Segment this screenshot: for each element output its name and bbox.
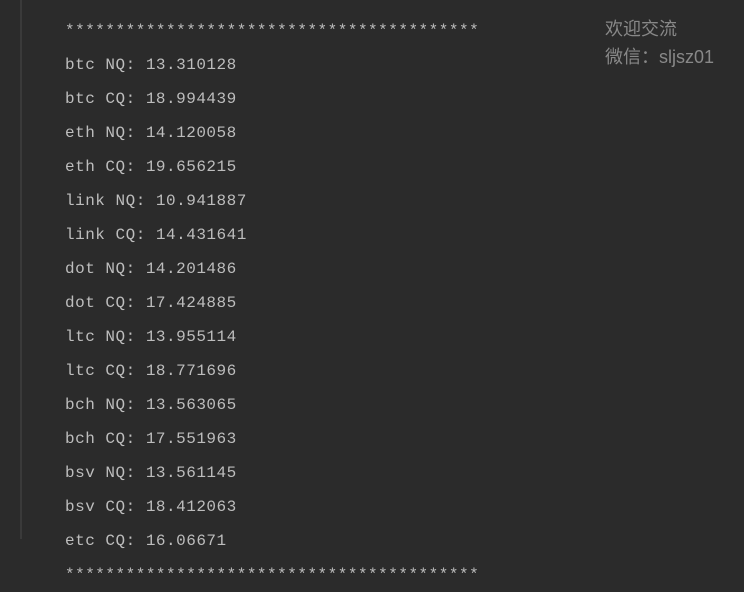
editor-gutter-line xyxy=(20,0,22,539)
watermark: 欢迎交流 微信：sljsz01 xyxy=(605,15,714,71)
data-line: bch NQ: 13.563065 xyxy=(65,388,744,422)
separator-line: ****************************************… xyxy=(65,558,744,592)
watermark-contact: 微信：sljsz01 xyxy=(605,43,714,71)
data-line: bch CQ: 17.551963 xyxy=(65,422,744,456)
data-line: bsv CQ: 18.412063 xyxy=(65,490,744,524)
data-line: eth CQ: 19.656215 xyxy=(65,150,744,184)
data-line: btc CQ: 18.994439 xyxy=(65,82,744,116)
data-lines-container: btc NQ: 13.310128btc CQ: 18.994439eth NQ… xyxy=(65,48,744,558)
data-line: ltc NQ: 13.955114 xyxy=(65,320,744,354)
watermark-greeting: 欢迎交流 xyxy=(605,15,714,43)
data-line: eth NQ: 14.120058 xyxy=(65,116,744,150)
data-line: bsv NQ: 13.561145 xyxy=(65,456,744,490)
data-line: dot CQ: 17.424885 xyxy=(65,286,744,320)
data-line: ltc CQ: 18.771696 xyxy=(65,354,744,388)
data-line: link NQ: 10.941887 xyxy=(65,184,744,218)
data-line: etc CQ: 16.06671 xyxy=(65,524,744,558)
data-line: link CQ: 14.431641 xyxy=(65,218,744,252)
terminal-output: ****************************************… xyxy=(0,0,744,592)
data-line: dot NQ: 14.201486 xyxy=(65,252,744,286)
